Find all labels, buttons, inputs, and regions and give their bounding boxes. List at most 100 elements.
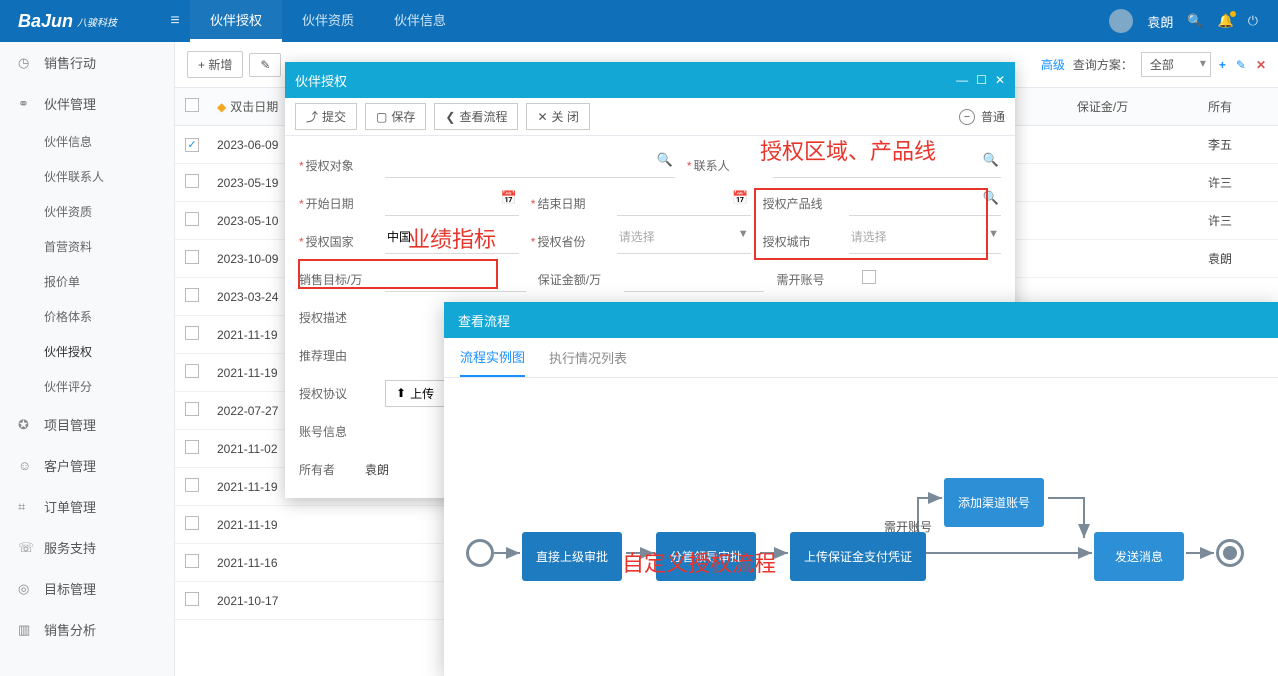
owner-value: 袁朗 [365,461,389,478]
sidebar-item-customer[interactable]: ☺客户管理 [0,445,174,486]
label-country: 授权国家 [299,233,373,250]
search-icon[interactable]: 🔍 [1187,13,1203,29]
start-date-input[interactable]: 📅 [385,190,519,216]
row-checkbox[interactable] [185,592,199,606]
calendar-icon[interactable]: 📅 [501,190,517,206]
sidebar-item-service[interactable]: ☏服务支持 [0,527,174,568]
tab-partner-auth[interactable]: 伙伴授权 [190,0,282,42]
label-end: 结束日期 [531,195,605,212]
flow-node-c[interactable]: 上传保证金支付凭证 [790,532,926,581]
advanced-link[interactable]: 高级 [1041,56,1065,73]
sidebar-item-project[interactable]: ✪项目管理 [0,404,174,445]
need-acct-checkbox[interactable] [862,270,876,284]
checkbox-all[interactable] [185,98,199,112]
plus-icon[interactable]: + [1219,58,1226,72]
sales-input[interactable] [385,266,526,292]
goal-icon: ◎ [18,581,36,597]
close-button[interactable]: ✕关 闭 [526,103,589,130]
product-input[interactable]: 🔍 [849,190,1001,216]
cell-owner: 许三 [1200,202,1278,240]
tab-partner-info[interactable]: 伙伴信息 [374,0,466,42]
row-checkbox[interactable] [185,554,199,568]
annotation-flow: 自定义授权流程 [622,546,776,578]
close-icon[interactable]: ✕ [995,73,1005,87]
row-checkbox[interactable] [185,174,199,188]
row-checkbox[interactable] [185,440,199,454]
sidebar-item-partner[interactable]: ⚭伙伴管理 [0,83,174,124]
tab-flow-list[interactable]: 执行情况列表 [549,339,627,376]
sidebar-sub-quote[interactable]: 报价单 [0,264,174,299]
label-need-acct: 需开账号 [776,271,850,288]
row-checkbox[interactable] [185,250,199,264]
lookup-icon[interactable]: 🔍 [983,152,999,168]
province-select[interactable]: 请选择▼ [617,228,751,254]
maximize-icon[interactable]: ☐ [976,73,987,87]
dialog-toolbar: ⤴提交 ▢保存 ❮查看流程 ✕关 闭 − 普通 [285,98,1015,136]
scheme-select[interactable]: 全部 [1141,52,1211,77]
sidebar-sub-info[interactable]: 伙伴信息 [0,124,174,159]
partner-icon: ⚭ [18,96,36,112]
scheme-label: 查询方案： [1073,56,1133,73]
city-select[interactable]: 请选择▼ [849,228,1001,254]
delete-icon[interactable]: ✕ [1256,58,1266,72]
cell-date: 2021-11-19 [209,506,360,544]
sidebar-sub-score[interactable]: 伙伴评分 [0,369,174,404]
submit-button[interactable]: ⤴提交 [295,103,357,130]
minimize-icon[interactable]: — [956,73,968,87]
row-checkbox[interactable] [185,516,199,530]
save-icon: ▢ [376,110,387,124]
label-reason: 推荐理由 [299,347,373,364]
view-flow-button[interactable]: ❮查看流程 [434,103,518,130]
row-checkbox[interactable] [185,364,199,378]
sidebar-sub-qual[interactable]: 伙伴资质 [0,194,174,229]
upload-button[interactable]: ⬆上传 [385,380,445,407]
row-checkbox[interactable] [185,402,199,416]
tab-flow-diagram[interactable]: 流程实例图 [460,338,525,377]
label-city: 授权城市 [763,233,837,250]
target-input[interactable]: 🔍 [385,152,675,178]
row-checkbox[interactable] [185,212,199,226]
lookup-icon[interactable]: 🔍 [657,152,673,168]
logo: BaJun八骏科技 [0,11,160,32]
row-checkbox[interactable] [185,288,199,302]
cell-date: 2021-10-17 [209,582,360,620]
flow-node-d[interactable]: 添加渠道账号 [944,478,1044,527]
row-checkbox[interactable] [185,478,199,492]
save-button[interactable]: ▢保存 [365,103,426,130]
label-acct-info: 账号信息 [299,423,373,440]
sidebar-sub-contact[interactable]: 伙伴联系人 [0,159,174,194]
bell-icon[interactable]: 🔔 [1218,13,1234,29]
power-icon[interactable]: ⏻ [1248,13,1258,29]
chevron-down-icon: ▼ [988,228,999,240]
row-checkbox[interactable] [185,138,199,152]
hamburger-icon[interactable]: ≡ [160,12,190,30]
label-target: 授权对象 [299,157,373,174]
customer-icon: ☺ [18,458,36,473]
sidebar-sub-auth[interactable]: 伙伴授权 [0,334,174,369]
username: 袁朗 [1147,12,1173,31]
lookup-icon[interactable]: 🔍 [983,190,999,206]
row-checkbox[interactable] [185,326,199,340]
avatar[interactable] [1109,9,1133,33]
sidebar-item-goal[interactable]: ◎目标管理 [0,568,174,609]
collapse-icon[interactable]: − [959,109,975,125]
dashboard-icon: ◷ [18,55,36,71]
sidebar-item-order[interactable]: ⌗订单管理 [0,486,174,527]
sidebar-sub-price[interactable]: 价格体系 [0,299,174,334]
add-button[interactable]: + 新增 [187,51,243,78]
tab-partner-qual[interactable]: 伙伴资质 [282,0,374,42]
label-contact: 联系人 [687,157,761,174]
order-icon: ⌗ [18,499,36,515]
sidebar-sub-first[interactable]: 首营资料 [0,229,174,264]
flow-end [1216,539,1244,567]
sidebar-item-analysis[interactable]: ▥销售分析 [0,609,174,650]
flow-node-e[interactable]: 发送消息 [1094,532,1184,581]
sidebar-item-sales[interactable]: ◷销售行动 [0,42,174,83]
flow-node-a[interactable]: 直接上级审批 [522,532,622,581]
edit-button[interactable]: ✎ [249,53,281,77]
calendar-icon[interactable]: 📅 [732,190,748,206]
deposit-input[interactable] [624,266,765,292]
cell-owner: 袁朗 [1200,240,1278,278]
end-date-input[interactable]: 📅 [617,190,751,216]
pencil-icon[interactable]: ✎ [1236,58,1246,72]
